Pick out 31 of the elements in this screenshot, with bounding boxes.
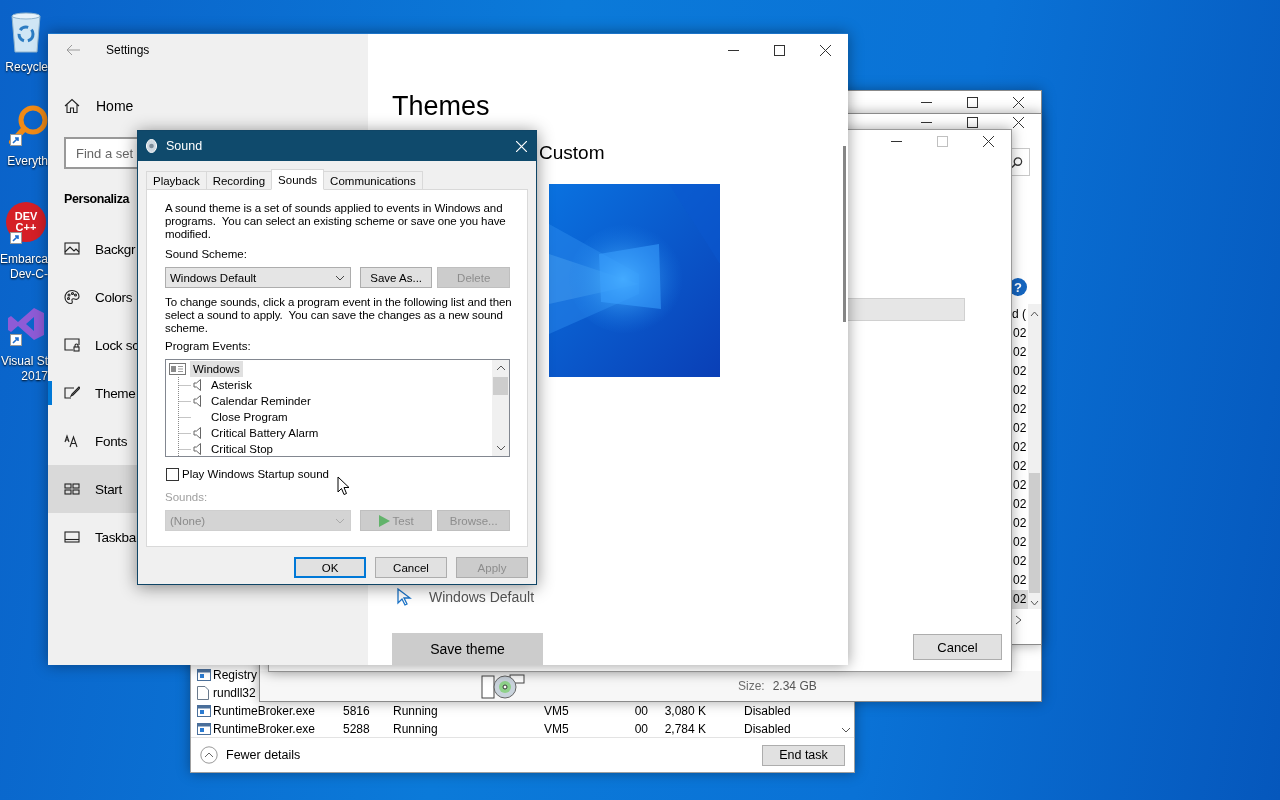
table-cell-text: 00 xyxy=(633,704,648,718)
table-cell-text: RuntimeBroker.exe xyxy=(213,722,317,736)
window-title: Settings xyxy=(106,43,150,57)
size-label: Size: xyxy=(738,679,765,693)
table-cell-text: Disabled xyxy=(744,722,792,736)
theme-heading: Custom xyxy=(539,141,606,165)
sounds-label: Sounds: xyxy=(165,491,209,504)
scheme-label: Sound Scheme: xyxy=(165,248,248,261)
column-header: d ( xyxy=(1012,306,1027,323)
table-cell-text: VM5 xyxy=(544,722,570,736)
window-title: Sound xyxy=(166,139,204,153)
table-cell-text: Running xyxy=(393,704,439,718)
section-heading: Personaliza xyxy=(64,191,130,208)
table-cell-text: VM5 xyxy=(544,704,570,718)
cursor-label: Windows Default xyxy=(429,589,535,605)
table-cell-text: 5288 xyxy=(343,722,371,736)
table-cell-text: RuntimeBroker.exe xyxy=(213,704,317,718)
size-value: 2.34 GB xyxy=(772,679,817,693)
events-label: Program Events: xyxy=(165,340,252,353)
table-cell-text: 5816 xyxy=(343,704,371,718)
description-text: A sound theme is a set of sounds applied to events in Windows and programs. You can select an existing scheme or save one you have modified. xyxy=(165,202,507,241)
table-cell-text: 2,784 K xyxy=(663,722,706,736)
table-cell-text: Disabled xyxy=(744,704,792,718)
dev-logo-icon: DEV C++ xyxy=(6,202,46,242)
instruction-text: To change sounds, click a program event in the following list and then select a sound to apply. You can save the changes as a new sound scheme. xyxy=(165,296,513,335)
table-cell-text: 00 xyxy=(633,722,648,736)
table-cell-text: Running xyxy=(393,722,439,736)
page-title: Themes xyxy=(392,90,491,123)
table-cell-text: rundll32 xyxy=(213,686,257,700)
table-cell-text: Registry xyxy=(213,668,258,682)
table-cell-text: 3,080 K xyxy=(663,704,706,718)
